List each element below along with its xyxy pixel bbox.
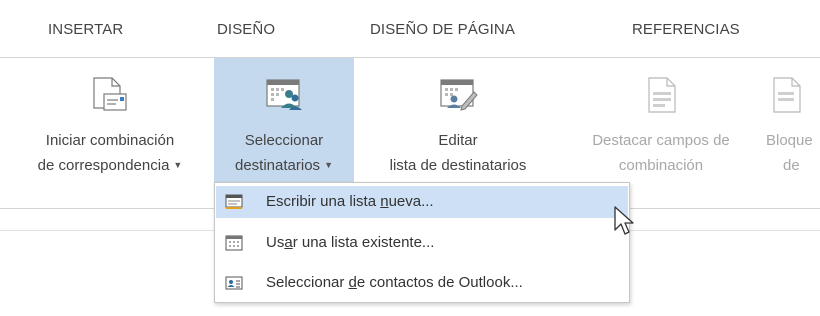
highlight-merge-fields-icon <box>648 77 676 113</box>
menu-item-type-new-list[interactable]: Escribir una lista nueva... <box>216 186 628 218</box>
chevron-down-icon: ▼ <box>173 160 183 170</box>
highlight-merge-fields-label-1: Destacar campos de <box>592 132 730 149</box>
address-block-label-1: Bloque <box>766 132 813 149</box>
start-mail-merge-button[interactable]: Iniciar combinación de correspondencia ▼ <box>14 58 206 188</box>
highlight-merge-fields-label-2: combinación <box>618 157 704 174</box>
start-mail-merge-label-2: de correspondencia ▼ <box>37 157 183 174</box>
highlight-merge-fields-button[interactable]: Destacar campos de combinación <box>562 58 760 188</box>
select-recipients-button[interactable]: Seleccionar destinatarios ▼ <box>214 58 354 188</box>
address-block-icon <box>773 77 801 113</box>
menu-item-type-new-list-label: Escribir una lista nueva... <box>266 193 434 210</box>
mouse-pointer-icon <box>614 206 634 235</box>
select-recipients-icon <box>266 79 302 110</box>
outlook-contacts-icon <box>225 276 243 290</box>
type-new-list-icon <box>225 194 243 209</box>
menu-item-use-existing-list-label: Usar una lista existente... <box>266 234 435 251</box>
select-recipients-dropdown: Escribir una lista nueva... Usar una lis… <box>214 182 630 303</box>
ribbon-tab-bar: INSERTAR DISEÑO DISEÑO DE PÁGINA REFEREN… <box>0 0 820 58</box>
edit-recipient-list-label-1: Editar <box>438 132 478 149</box>
menu-item-outlook-contacts[interactable]: Seleccionar de contactos de Outlook... <box>216 267 628 299</box>
select-recipients-label-2: destinatarios ▼ <box>235 157 333 174</box>
tab-diseno-de-pagina[interactable]: DISEÑO DE PÁGINA <box>370 21 515 38</box>
menu-item-outlook-contacts-label: Seleccionar de contactos de Outlook... <box>266 274 523 291</box>
use-existing-list-icon <box>225 235 243 251</box>
edit-recipient-list-icon <box>440 79 478 111</box>
address-block-label-2: de <box>783 157 800 174</box>
start-mail-merge-icon <box>93 77 127 111</box>
start-mail-merge-label-1: Iniciar combinación <box>45 132 175 149</box>
edit-recipient-list-label-2: lista de destinatarios <box>389 157 527 174</box>
address-block-button[interactable]: Bloque de <box>766 58 820 188</box>
edit-recipient-list-button[interactable]: Editar lista de destinatarios <box>363 58 553 188</box>
tab-referencias[interactable]: REFERENCIAS <box>632 21 740 38</box>
select-recipients-label-1: Seleccionar <box>244 132 324 149</box>
menu-item-use-existing-list[interactable]: Usar una lista existente... <box>216 227 628 259</box>
chevron-down-icon: ▼ <box>324 160 333 170</box>
tab-diseno[interactable]: DISEÑO <box>217 21 275 38</box>
tab-insertar[interactable]: INSERTAR <box>48 21 123 38</box>
